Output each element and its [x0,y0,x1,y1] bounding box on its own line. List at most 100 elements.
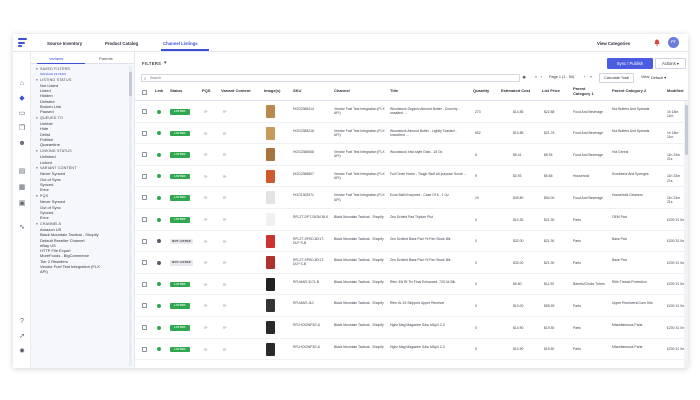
filter-option[interactable]: API) [36,269,132,274]
sync-publish-button[interactable]: Sync / Publish [607,58,653,69]
filter-option[interactable]: Quarantine [36,142,132,147]
chart-icon[interactable]: ∿ [18,224,26,232]
pqs-sync-icon[interactable]: ⟳ [204,239,207,244]
product-image[interactable] [266,321,275,334]
variant-content-sync-icon[interactable]: ⟳ [223,303,226,308]
view-categories-link[interactable]: View Categories [597,41,630,46]
select-all-checkbox[interactable] [142,90,147,95]
pqs-sync-icon[interactable]: ⟳ [204,195,207,200]
first-page-icon[interactable]: « [535,75,537,79]
variant-content-sync-icon[interactable]: ⟳ [223,282,226,287]
table-row[interactable]: LISTED ⟳ ⟳ HOG2385807 Vendor Fuel Test Integ… [135,166,688,188]
view-select[interactable]: Default ▾ [651,75,666,80]
filter-option[interactable]: Linked [36,160,132,165]
table-row[interactable]: LISTED ⟳ ⟳ HOG2385414 Vendor Fuel Test Integ… [135,101,688,123]
variant-content-sync-icon[interactable]: ⟳ [223,325,226,330]
home-icon[interactable]: ⌂ [18,80,26,88]
clipboard-icon[interactable]: ▤ [18,168,26,176]
row-checkbox[interactable] [142,303,147,309]
manage-filters-link[interactable]: MANAGE FILTERS [36,72,132,76]
pqs-sync-icon[interactable]: ⟳ [204,260,207,265]
product-image[interactable] [266,169,275,183]
filter-option[interactable]: Error [36,215,132,220]
pqs-sync-icon[interactable]: ⟳ [204,131,207,136]
chevron-down-icon[interactable]: ▾ [164,60,170,66]
col-link[interactable]: Link [155,88,163,94]
col-list-price[interactable]: List Price [542,88,560,94]
brand-logo[interactable] [18,38,27,48]
table-scrollbar[interactable] [684,101,688,368]
variant-content-sync-icon[interactable]: ⟳ [223,347,226,352]
pqs-sync-icon[interactable]: ⟳ [204,325,207,330]
variant-content-sync-icon[interactable]: ⟳ [223,239,226,244]
col-sku[interactable]: SKU [293,88,301,94]
variant-content-sync-icon[interactable]: ⟳ [223,217,226,222]
product-image[interactable] [266,191,275,205]
product-image[interactable] [266,105,275,118]
product-image[interactable] [266,342,275,356]
col-title[interactable]: Title [390,88,398,94]
pqs-sync-icon[interactable]: ⟳ [204,217,207,222]
users-icon[interactable]: ☻ [18,140,26,148]
row-checkbox[interactable] [142,130,147,136]
variant-content-sync-icon[interactable]: ⟳ [223,174,226,179]
user-avatar[interactable]: FT [668,37,679,48]
filter-option[interactable]: Paused [36,109,132,114]
variant-content-sync-icon[interactable]: ⟳ [223,109,226,114]
tab-variants[interactable]: Variants [49,56,63,61]
row-checkbox[interactable] [142,217,147,222]
calculate-total-button[interactable]: Calculate Total [599,73,634,83]
product-image[interactable] [266,277,275,291]
tag-icon[interactable]: ◆ [18,95,26,103]
sidebar-scrollbar[interactable] [129,66,132,366]
col-modified[interactable]: Modified [667,88,683,94]
col-parent-category-2[interactable]: Parent Category 2 [612,88,646,94]
table-row[interactable]: LISTED ⟳ ⟳ HOG2386068 Vendor Fuel Test Integ… [135,144,688,166]
variant-content-sync-icon[interactable]: ⟳ [223,131,226,136]
calendar-icon[interactable]: ▣ [18,200,26,208]
col-variant-content[interactable]: Variant Content [221,88,251,94]
row-checkbox[interactable] [142,325,147,330]
pqs-sync-icon[interactable]: ⟳ [204,347,207,352]
col-parent-category-1[interactable]: Parent Category 1 [573,86,603,96]
product-image[interactable] [266,148,275,162]
row-checkbox[interactable] [142,152,147,158]
bell-icon[interactable] [654,39,660,46]
row-checkbox[interactable] [142,238,147,244]
filters-toggle[interactable]: FILTERS [142,61,161,66]
table-row[interactable]: LISTED ⟳ ⟳ HOG2385216 Vendor Fuel Test Integ… [135,123,688,145]
col-channel[interactable]: Channel [334,88,350,94]
pqs-sync-icon[interactable]: ⟳ [204,109,207,114]
col-estimated-cost[interactable]: Estimated Cost [501,88,530,94]
stack-icon[interactable]: ❐ [18,125,26,133]
pqs-sync-icon[interactable]: ⟳ [204,282,207,287]
table-row[interactable]: LISTED ⟳ ⟳ RFLHOGWF3G-6 Black Mountain Tacti… [135,317,688,339]
row-checkbox[interactable] [142,281,147,287]
tab-product-catalog[interactable]: Product Catalog [105,41,138,46]
product-image[interactable] [266,234,275,248]
settings-gear-icon[interactable]: ✹ [18,348,26,356]
tab-parents[interactable]: Parents [99,56,113,61]
column-settings-icon[interactable]: ✹ [522,75,526,81]
variant-content-sync-icon[interactable]: ⟳ [223,195,226,200]
product-image[interactable] [266,126,275,140]
row-checkbox[interactable] [142,346,147,352]
product-image[interactable] [266,213,275,226]
rocket-icon[interactable]: ➚ [18,333,26,341]
product-image[interactable] [266,299,275,313]
table-row[interactable]: LISTED ⟳ ⟳ RFLMAR-3171-B Black Mountain Tact… [135,274,688,296]
table-row[interactable]: LISTED ⟳ ⟳ RFLZT-DPT-SIGM BLK Black Mountain… [135,209,688,231]
product-image[interactable] [266,256,275,270]
table-row[interactable]: NOT LISTED ⟳ ⟳ RFLZT-SPKD-BX1T-DLP S-B Black… [135,252,688,274]
col-status[interactable]: Status [170,88,182,94]
row-checkbox[interactable] [142,195,147,201]
row-checkbox[interactable] [142,173,147,179]
row-checkbox[interactable] [142,109,147,114]
prev-page-icon[interactable]: ‹ [541,75,542,79]
variant-content-sync-icon[interactable]: ⟳ [223,260,226,265]
search-input[interactable] [150,75,510,81]
help-icon[interactable]: ? [18,318,26,326]
actions-dropdown[interactable]: Actions ▾ [655,58,686,69]
col-images[interactable]: Image(s) [264,88,280,94]
inbox-icon[interactable]: ▭ [18,110,26,118]
